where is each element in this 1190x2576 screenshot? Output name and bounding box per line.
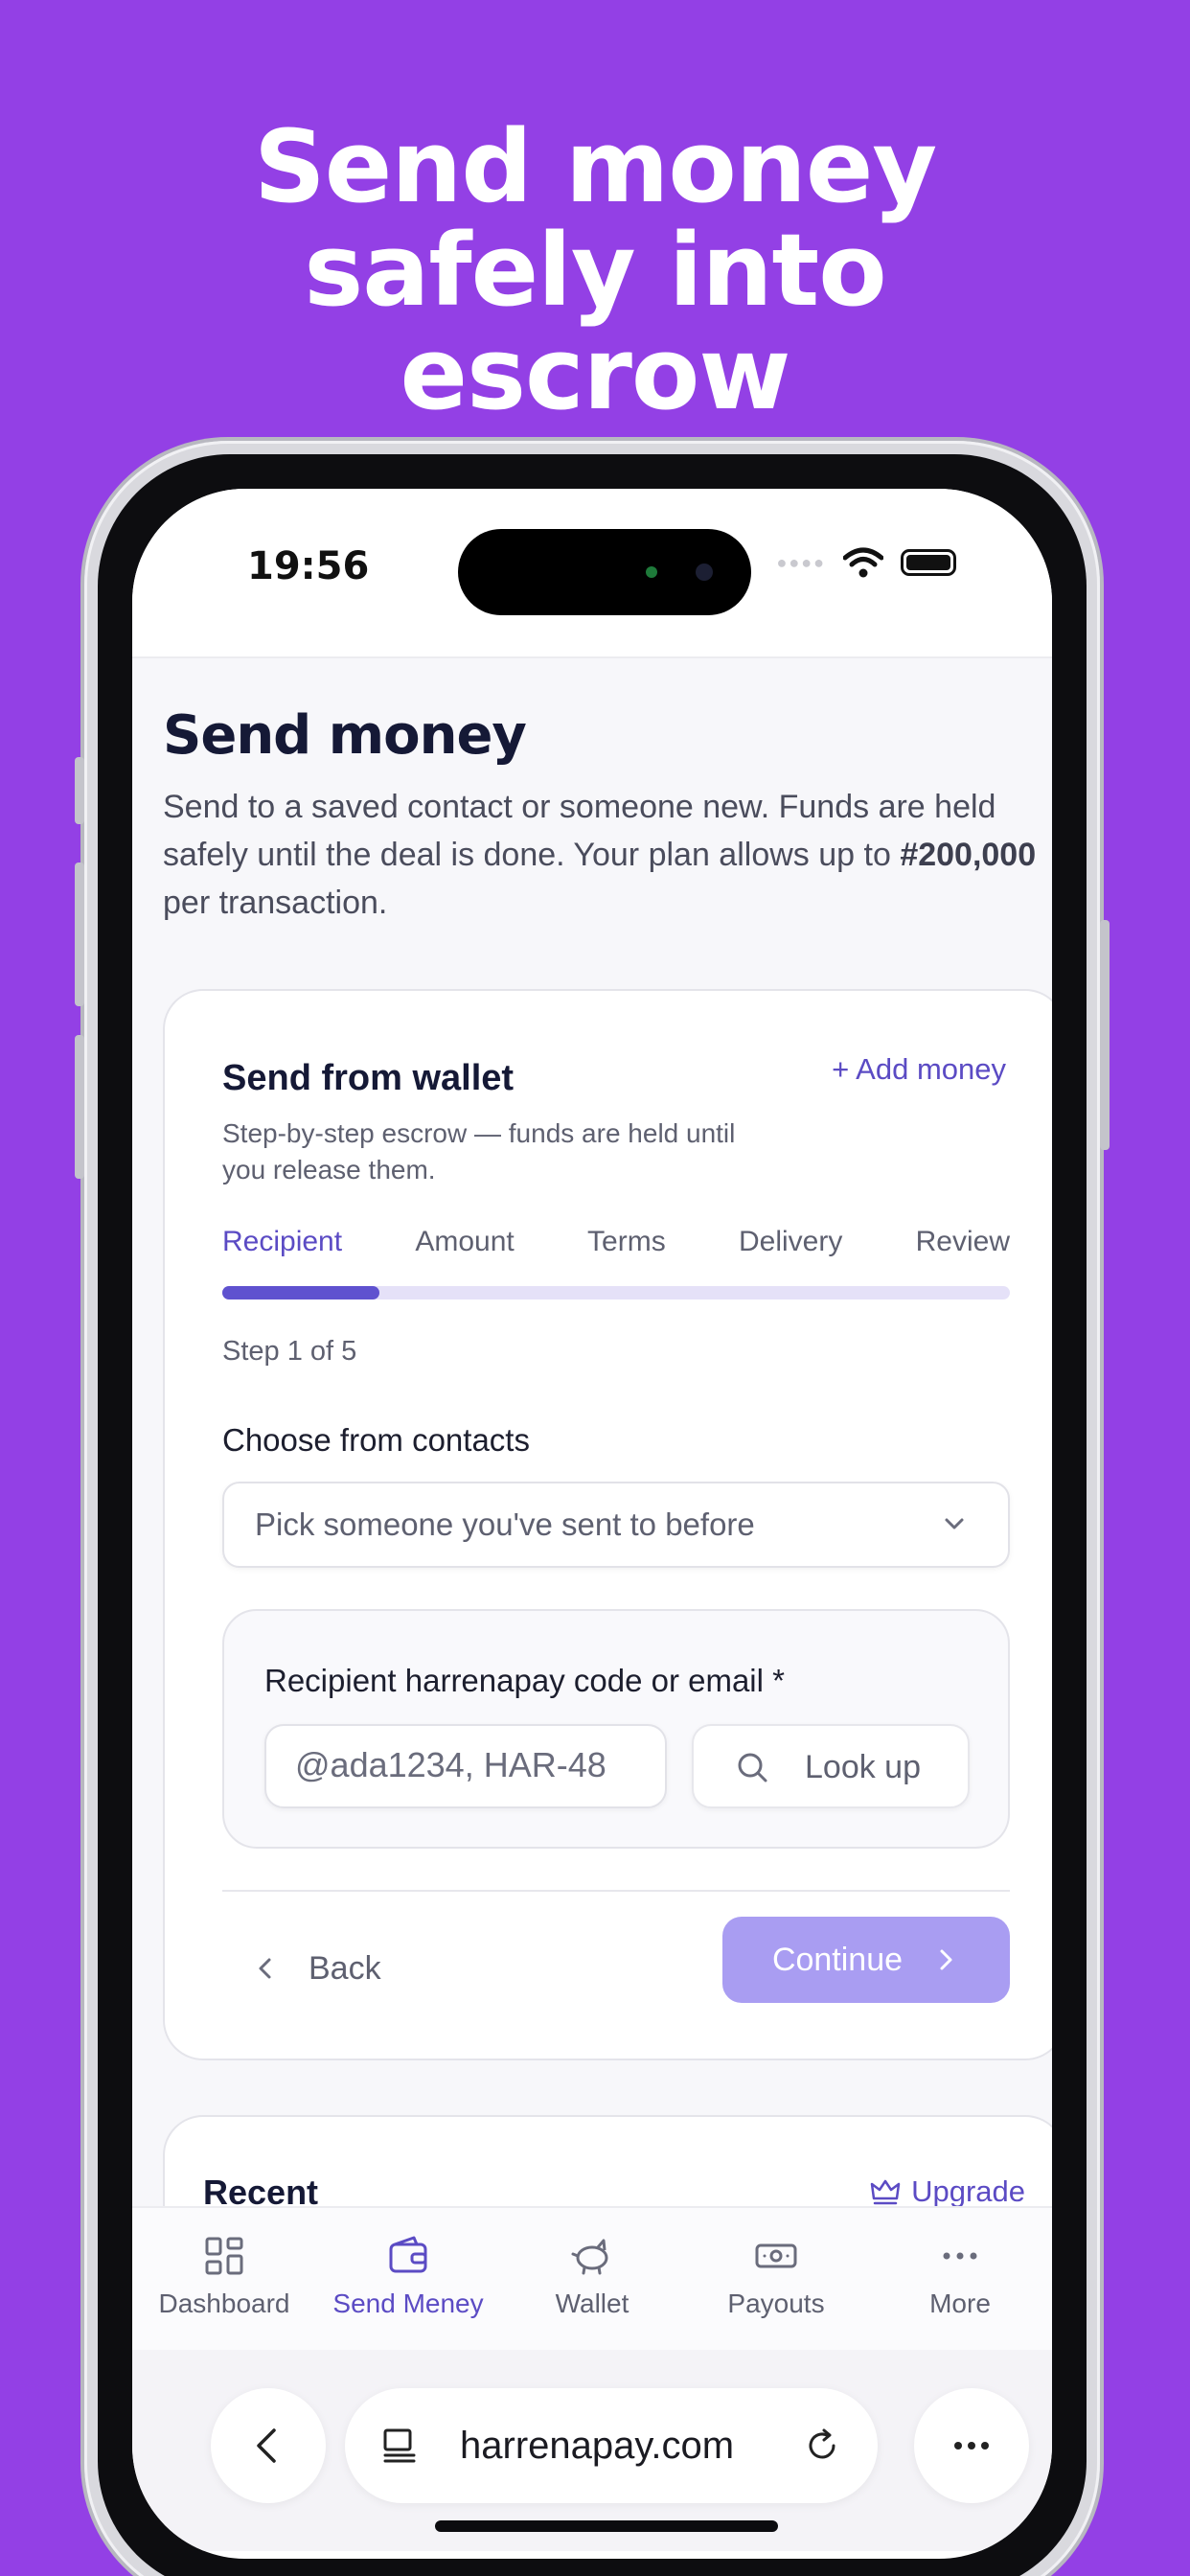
chevron-down-icon xyxy=(945,1518,964,1530)
contacts-select-placeholder: Pick someone you've sent to before xyxy=(255,1506,755,1542)
promo-headline: Send money safely into escrow xyxy=(0,115,1190,426)
nav-label: More xyxy=(929,2288,991,2318)
signal-icon: ●●●● xyxy=(776,552,826,572)
send-from-wallet-card: Send from wallet + Add money Step-by-ste… xyxy=(163,989,1052,2060)
continue-label: Continue xyxy=(771,1941,904,1978)
status-icons: ●●●● xyxy=(776,546,956,579)
phone-frame: 19:56 ●●●● Send money Send to a saved co… xyxy=(75,441,1110,2576)
crown-icon xyxy=(870,2179,901,2205)
step-tab-terms[interactable]: Terms xyxy=(587,1226,666,1258)
upgrade-label: Upgrade xyxy=(911,2174,1025,2208)
look-up-button[interactable]: Look up xyxy=(692,1724,970,1808)
wallet-icon xyxy=(389,2236,427,2273)
nav-label: Send Meney xyxy=(332,2288,484,2318)
more-dots-icon xyxy=(954,2442,989,2450)
recipient-label: Recipient harrenapay code or email * xyxy=(264,1663,785,1698)
description-text: Send to a saved contact or someone new. … xyxy=(163,789,996,873)
step-tab-amount[interactable]: Amount xyxy=(415,1226,514,1258)
contacts-select[interactable]: Pick someone you've sent to before xyxy=(222,1482,1010,1568)
step-tabs: Recipient Amount Terms Delivery Review xyxy=(222,1226,1010,1258)
more-dots-icon xyxy=(943,2252,977,2260)
step-tab-review[interactable]: Review xyxy=(916,1226,1010,1258)
nav-payouts[interactable]: Payouts xyxy=(684,2208,868,2350)
camera-lens xyxy=(696,564,713,581)
home-indicator xyxy=(435,2520,778,2532)
step-tab-recipient[interactable]: Recipient xyxy=(222,1226,342,1258)
battery-icon xyxy=(901,549,956,576)
chevron-left-icon xyxy=(257,2428,276,2463)
nav-dashboard[interactable]: Dashboard xyxy=(132,2208,316,2350)
upgrade-link[interactable]: Upgrade xyxy=(869,2174,1025,2209)
headline-line-1: Send money xyxy=(253,108,937,225)
step-count: Step 1 of 5 xyxy=(222,1336,357,1367)
piggy-bank-icon xyxy=(571,2239,608,2275)
volume-down-button xyxy=(75,1035,84,1179)
tab-list-icon xyxy=(383,2428,416,2463)
cash-icon xyxy=(755,2243,797,2268)
search-icon xyxy=(738,1753,767,1782)
wifi-icon xyxy=(843,547,883,578)
page-description: Send to a saved contact or someone new. … xyxy=(163,783,1044,927)
recipient-lookup-panel: Recipient harrenapay code or email * @ad… xyxy=(222,1609,1010,1849)
indicator-dot xyxy=(646,566,657,578)
description-text-end: per transaction. xyxy=(163,885,388,921)
bottom-navigation: Dashboard Send Meney Wallet Payouts More xyxy=(132,2206,1052,2350)
card-title: Send from wallet xyxy=(222,1058,515,1098)
chevron-right-icon xyxy=(940,1949,952,1970)
nav-label: Payouts xyxy=(727,2288,825,2318)
browser-back-button[interactable] xyxy=(211,2388,326,2503)
recipient-code-input[interactable]: @ada1234, HAR-48 xyxy=(264,1724,667,1808)
transaction-limit: #200,000 xyxy=(900,837,1037,873)
nav-more[interactable]: More xyxy=(868,2208,1052,2350)
status-time: 19:56 xyxy=(247,544,370,588)
contacts-label: Choose from contacts xyxy=(222,1422,530,1458)
mute-switch xyxy=(75,757,84,824)
step-progress-fill xyxy=(222,1286,380,1300)
headline-line-2: safely into xyxy=(304,212,886,329)
browser-menu-button[interactable] xyxy=(914,2388,1029,2503)
look-up-label: Look up xyxy=(805,1749,921,1785)
reload-icon[interactable] xyxy=(801,2425,843,2467)
page-title: Send money xyxy=(163,704,527,767)
address-bar[interactable]: harrenapay.com xyxy=(345,2388,878,2503)
card-divider xyxy=(222,1890,1010,1892)
grid-icon xyxy=(205,2237,243,2275)
page-content: Send money Send to a saved contact or so… xyxy=(132,656,1052,2307)
add-money-link[interactable]: + Add money xyxy=(832,1052,1006,1087)
status-bar: 19:56 ●●●● xyxy=(132,489,1052,656)
nav-send-money[interactable]: Send Meney xyxy=(316,2208,500,2350)
volume-up-button xyxy=(75,862,84,1006)
back-button[interactable]: Back xyxy=(251,1940,381,1997)
phone-bezel: 19:56 ●●●● Send money Send to a saved co… xyxy=(98,454,1087,2576)
step-tab-delivery[interactable]: Delivery xyxy=(739,1226,842,1258)
dynamic-island xyxy=(458,529,751,615)
step-progress-bar xyxy=(222,1286,1010,1300)
chevron-left-icon xyxy=(259,1958,271,1979)
phone-screen: 19:56 ●●●● Send money Send to a saved co… xyxy=(132,489,1052,2559)
url-text: harrenapay.com xyxy=(460,2425,735,2467)
headline-line-3: escrow xyxy=(400,315,791,432)
nav-wallet[interactable]: Wallet xyxy=(500,2208,684,2350)
continue-button[interactable]: Continue xyxy=(722,1917,1010,2003)
card-subtitle: Step-by-step escrow — funds are held unt… xyxy=(222,1118,736,1184)
nav-label: Dashboard xyxy=(158,2288,290,2318)
nav-label: Wallet xyxy=(555,2288,629,2318)
power-button xyxy=(1100,920,1110,1150)
back-label: Back xyxy=(309,1949,381,1987)
